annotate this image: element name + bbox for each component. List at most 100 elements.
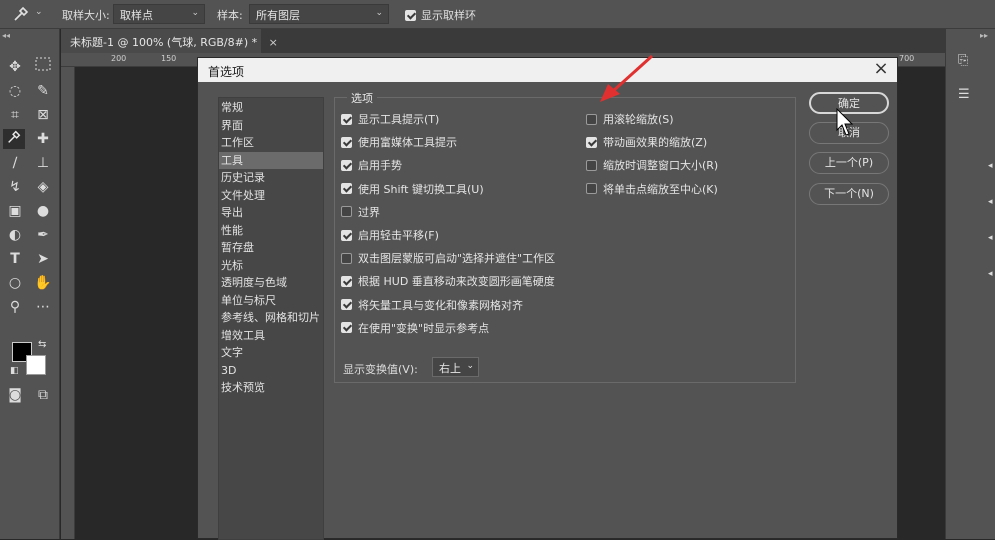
next-button[interactable]: 下一个(N) — [809, 183, 889, 205]
quick-mask-icon[interactable]: ◙ — [4, 385, 26, 405]
option-checkbox[interactable] — [341, 252, 352, 264]
swap-colors-icon[interactable]: ⇆ — [38, 339, 46, 350]
previous-button[interactable]: 上一个(P) — [809, 152, 889, 174]
option-label: 使用 Shift 键切换工具(U) — [358, 182, 484, 196]
history-brush-tool-icon[interactable]: ↯ — [4, 177, 26, 197]
background-color-swatch[interactable] — [26, 355, 46, 375]
type-tool-icon[interactable]: T — [4, 249, 26, 269]
eyedropper-tool-icon[interactable] — [3, 129, 25, 149]
properties-panel-icon[interactable]: ☰ — [958, 87, 976, 105]
option-row[interactable]: 使用富媒体工具提示 — [341, 136, 457, 149]
option-checkbox[interactable] — [341, 322, 352, 334]
hand-tool-icon[interactable]: ✋ — [32, 273, 54, 293]
option-checkbox[interactable] — [341, 229, 352, 241]
option-checkbox[interactable] — [586, 136, 597, 148]
sample-size-select[interactable]: 取样点 ⌄ — [113, 4, 205, 24]
option-row[interactable]: 带动画效果的缩放(Z) — [586, 136, 707, 149]
default-colors-icon[interactable]: ◧ — [10, 366, 19, 376]
zoom-tool-icon[interactable]: ⚲ — [4, 297, 26, 317]
ellipse-tool-icon[interactable]: ○ — [4, 273, 26, 293]
option-checkbox[interactable] — [341, 299, 352, 311]
marquee-tool-icon[interactable] — [32, 57, 54, 77]
expand-panel-icon[interactable]: ◂ — [988, 269, 993, 279]
option-label: 根据 HUD 垂直移动来改变圆形画笔硬度 — [358, 275, 555, 289]
category-item[interactable]: 光标 — [219, 257, 323, 274]
expand-panel-icon[interactable]: ◂ — [988, 161, 993, 171]
category-item[interactable]: 工作区 — [219, 134, 323, 151]
eyedropper-icon[interactable] — [12, 5, 30, 23]
crop-tool-icon[interactable]: ⌗ — [4, 105, 26, 125]
panel-collapse-icon[interactable]: ▸▸ — [980, 31, 988, 40]
option-row[interactable]: 根据 HUD 垂直移动来改变圆形画笔硬度 — [341, 275, 555, 288]
option-row[interactable]: 双击图层蒙版可启动"选择并遮住"工作区 — [341, 252, 555, 265]
show-ring-checkbox[interactable] — [405, 8, 416, 21]
expand-panel-icon[interactable]: ◂ — [988, 197, 993, 207]
close-tab-icon[interactable]: × — [269, 36, 278, 49]
path-select-tool-icon[interactable]: ➤ — [32, 249, 54, 269]
gradient-tool-icon[interactable]: ▣ — [4, 201, 26, 221]
option-checkbox[interactable] — [341, 275, 352, 287]
move-tool-icon[interactable]: ✥ — [4, 57, 26, 77]
option-row[interactable]: 启用手势 — [341, 159, 402, 172]
tool-preset-chevron-icon[interactable]: ⌄ — [35, 7, 43, 17]
sample-size-label: 取样大小: — [62, 9, 110, 22]
stamp-tool-icon[interactable]: ⊥ — [32, 153, 54, 173]
option-label: 显示工具提示(T) — [358, 113, 440, 126]
category-item[interactable]: 3D — [219, 362, 323, 379]
pen-tool-icon[interactable]: ✒ — [32, 225, 54, 245]
expand-panel-icon[interactable]: ◂ — [988, 233, 993, 243]
option-checkbox[interactable] — [341, 183, 352, 195]
option-row[interactable]: 使用 Shift 键切换工具(U) — [341, 183, 484, 196]
option-row[interactable]: 显示工具提示(T) — [341, 113, 439, 126]
ruler-number: 200 — [111, 54, 127, 63]
dodge-tool-icon[interactable]: ◐ — [4, 225, 26, 245]
option-row[interactable]: 用滚轮缩放(S) — [586, 113, 674, 126]
document-tab[interactable]: 未标题-1 @ 100% (气球, RGB/8#) * × — [61, 29, 278, 53]
transform-values-select[interactable]: 右上 ⌄ — [432, 357, 479, 377]
category-item[interactable]: 文件处理 — [219, 187, 323, 204]
toolbar-collapse-icon[interactable]: ◂◂ — [2, 31, 10, 40]
brush-tool-icon[interactable]: ∕ — [4, 153, 26, 173]
option-row[interactable]: 将矢量工具与变化和像素网格对齐 — [341, 299, 523, 312]
category-item[interactable]: 增效工具 — [219, 327, 323, 344]
option-checkbox[interactable] — [341, 206, 352, 218]
option-row[interactable]: 缩放时调整窗口大小(R) — [586, 159, 718, 172]
options-group-label: 选项 — [347, 90, 377, 106]
category-item[interactable]: 暂存盘 — [219, 239, 323, 256]
category-item[interactable]: 单位与标尺 — [219, 292, 323, 309]
category-item[interactable]: 工具 — [219, 151, 323, 169]
quick-select-tool-icon[interactable]: ✎ — [32, 81, 54, 101]
option-checkbox[interactable] — [586, 183, 597, 195]
category-item[interactable]: 技术预览 — [219, 379, 323, 396]
category-item[interactable]: 性能 — [219, 222, 323, 239]
sample-select[interactable]: 所有图层 ⌄ — [249, 4, 389, 24]
close-icon[interactable]: × — [871, 59, 891, 79]
more-tools-icon[interactable]: ⋯ — [32, 297, 54, 317]
frame-tool-icon[interactable]: ⊠ — [32, 105, 54, 125]
option-row[interactable]: 过界 — [341, 206, 380, 219]
sample-label: 样本: — [217, 9, 243, 22]
category-item[interactable]: 常规 — [219, 99, 323, 116]
category-item[interactable]: 参考线、网格和切片 — [219, 309, 323, 326]
option-checkbox[interactable] — [341, 159, 352, 171]
category-item[interactable]: 导出 — [219, 204, 323, 221]
option-row[interactable]: 在使用"变换"时显示参考点 — [341, 322, 489, 335]
history-panel-icon[interactable]: ⎘ — [958, 53, 976, 71]
healing-brush-tool-icon[interactable]: ✚ — [32, 129, 54, 149]
option-row[interactable]: 将单击点缩放至中心(K) — [586, 183, 718, 196]
option-checkbox[interactable] — [341, 136, 352, 148]
option-checkbox[interactable] — [586, 159, 597, 171]
option-checkbox[interactable] — [341, 113, 352, 125]
option-checkbox[interactable] — [586, 113, 597, 125]
eraser-tool-icon[interactable]: ◈ — [32, 177, 54, 197]
screen-mode-icon[interactable]: ⧉ — [32, 385, 54, 405]
show-ring-label: 显示取样环 — [421, 9, 476, 22]
category-item[interactable]: 历史记录 — [219, 169, 323, 186]
option-row[interactable]: 启用轻击平移(F) — [341, 229, 439, 242]
option-label: 将矢量工具与变化和像素网格对齐 — [358, 298, 523, 312]
lasso-tool-icon[interactable]: ◌ — [4, 81, 26, 101]
category-item[interactable]: 透明度与色域 — [219, 274, 323, 291]
category-item[interactable]: 界面 — [219, 117, 323, 134]
blur-tool-icon[interactable]: ● — [32, 201, 54, 221]
category-item[interactable]: 文字 — [219, 344, 323, 361]
